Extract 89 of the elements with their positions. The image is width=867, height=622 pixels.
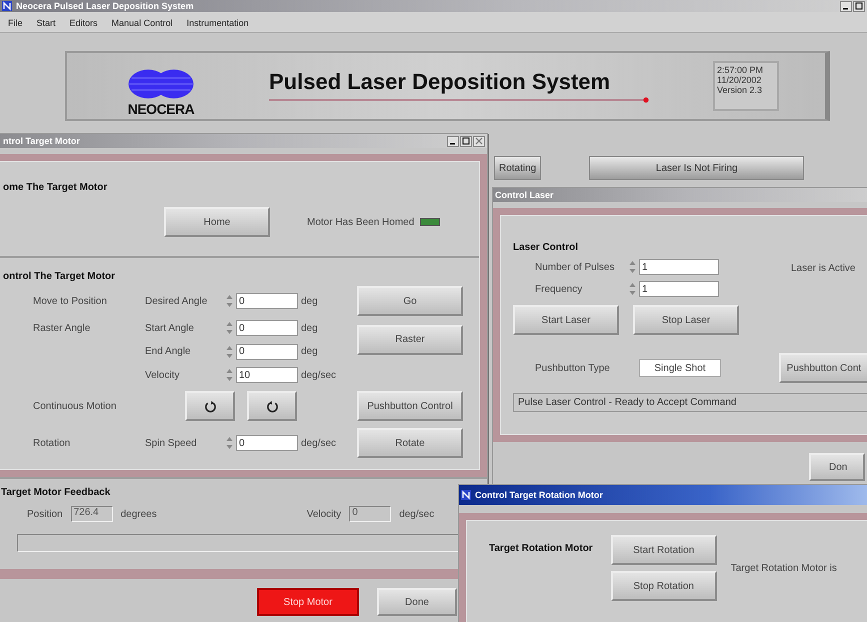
- unit-label: deg/sec: [301, 438, 338, 448]
- section-heading: Target Rotation Motor: [489, 543, 593, 556]
- field-label: Start Angle: [145, 322, 195, 334]
- version-text: Version 2.3: [717, 85, 764, 95]
- done-button[interactable]: Don: [809, 453, 865, 481]
- go-button[interactable]: Go: [357, 286, 463, 316]
- stop-rotation-button[interactable]: Stop Rotation: [610, 571, 717, 601]
- input-field[interactable]: 0: [236, 293, 298, 309]
- close-icon: [475, 137, 483, 145]
- spinner-icon[interactable]: [225, 320, 234, 336]
- logo-text: NEOCERA: [128, 101, 194, 117]
- field-label: Number of Pulses: [534, 262, 616, 272]
- menu-item[interactable]: Manual Control: [112, 18, 173, 28]
- section-heading: Target Motor Feedback: [1, 487, 110, 498]
- status-indicator: Laser Is Not Firing: [589, 156, 804, 180]
- unit-label: deg/sec: [399, 508, 434, 520]
- input-field[interactable]: 10: [236, 367, 298, 383]
- row-label: Raster Angle: [33, 322, 92, 334]
- spinner-icon[interactable]: [225, 344, 234, 360]
- spinner-icon[interactable]: [628, 281, 637, 297]
- start-rotation-button[interactable]: Start Rotation: [610, 535, 717, 565]
- menu-item[interactable]: Editors: [70, 18, 98, 28]
- maximize-button[interactable]: [853, 0, 865, 12]
- counterclockwise-icon: [266, 400, 278, 412]
- app-icon: [2, 1, 12, 11]
- stop-laser-button[interactable]: Stop Laser: [633, 305, 739, 335]
- window-title: Neocera Pulsed Laser Deposition System: [16, 1, 194, 11]
- section-heading: ontrol The Target Motor: [3, 271, 116, 282]
- maximize-button[interactable]: [460, 136, 472, 146]
- maximize-icon: [462, 137, 470, 145]
- spinner-icon[interactable]: [225, 293, 234, 309]
- status-indicator: Rotating: [494, 156, 542, 180]
- maximize-icon: [855, 2, 863, 10]
- logo-icon: [127, 67, 195, 101]
- field-label: End Angle: [145, 346, 192, 357]
- pushbutton-control-button[interactable]: Pushbutton Control: [357, 391, 463, 421]
- field-label: Frequency: [534, 284, 584, 294]
- spinner-icon[interactable]: [628, 259, 637, 275]
- app-icon: [461, 490, 471, 500]
- unit-label: degrees: [120, 508, 157, 520]
- velocity-label: Velocity: [306, 508, 342, 520]
- input-field[interactable]: 1: [639, 259, 719, 275]
- start-laser-button[interactable]: Start Laser: [513, 305, 619, 335]
- minimize-button[interactable]: [840, 0, 852, 12]
- window-title: ntrol Target Motor: [3, 136, 80, 146]
- section-heading: ome The Target Motor: [3, 182, 108, 193]
- date-text: 11/20/2002: [717, 75, 762, 85]
- clockwise-icon: [204, 400, 216, 412]
- position-label: Position: [27, 508, 63, 520]
- row-label: Rotation: [33, 438, 72, 448]
- time-text: 2:57:00 PM: [717, 65, 764, 75]
- unit-label: deg: [301, 296, 319, 306]
- unit-label: deg: [301, 322, 319, 334]
- row-label: Continuous Motion: [33, 400, 118, 412]
- spinner-icon[interactable]: [225, 435, 234, 451]
- window-title: Control Target Rotation Motor: [475, 490, 603, 500]
- field-label: Pushbutton Type: [534, 362, 611, 374]
- pushbutton-control-button[interactable]: Pushbutton Cont: [778, 353, 867, 383]
- menu-item[interactable]: Start: [36, 18, 56, 28]
- field-label: Desired Angle: [145, 296, 208, 306]
- unit-label: deg: [301, 346, 319, 357]
- field-label: Spin Speed: [145, 438, 198, 448]
- spinner-icon[interactable]: [225, 367, 234, 383]
- velocity-value: 0: [349, 506, 392, 522]
- done-button[interactable]: Done: [377, 588, 457, 616]
- input-field[interactable]: 0: [236, 320, 298, 336]
- input-field[interactable]: 0: [236, 344, 298, 360]
- section-heading: Laser Control: [513, 242, 578, 253]
- homed-label: Motor Has Been Homed: [307, 216, 414, 228]
- status-field: Pulse Laser Control - Ready to Accept Command: [513, 393, 867, 412]
- laser-active-label: Laser is Active: [791, 263, 856, 276]
- minimize-button[interactable]: [447, 136, 459, 146]
- rotate-button[interactable]: Rotate: [357, 428, 463, 458]
- app-title: Pulsed Laser Deposition System: [269, 69, 612, 95]
- input-field[interactable]: 0: [236, 435, 298, 451]
- field-label: Velocity: [145, 370, 180, 380]
- pushbutton-type-field[interactable]: Single Shot: [639, 359, 721, 377]
- rotate-clockwise-button[interactable]: [185, 391, 235, 421]
- menu-item[interactable]: Instrumentation: [186, 18, 249, 28]
- home-button[interactable]: Home: [164, 207, 270, 237]
- input-field[interactable]: 1: [639, 281, 719, 297]
- rotate-counterclockwise-button[interactable]: [247, 391, 297, 421]
- rotation-status-label: Target Rotation Motor is: [730, 563, 837, 576]
- unit-label: deg/sec: [301, 370, 338, 380]
- window-title: Control Laser: [495, 190, 554, 200]
- position-value: 726.4: [70, 506, 113, 522]
- raster-button[interactable]: Raster: [357, 324, 463, 354]
- menu-item[interactable]: File: [8, 18, 23, 28]
- row-label: Move to Position: [33, 296, 108, 306]
